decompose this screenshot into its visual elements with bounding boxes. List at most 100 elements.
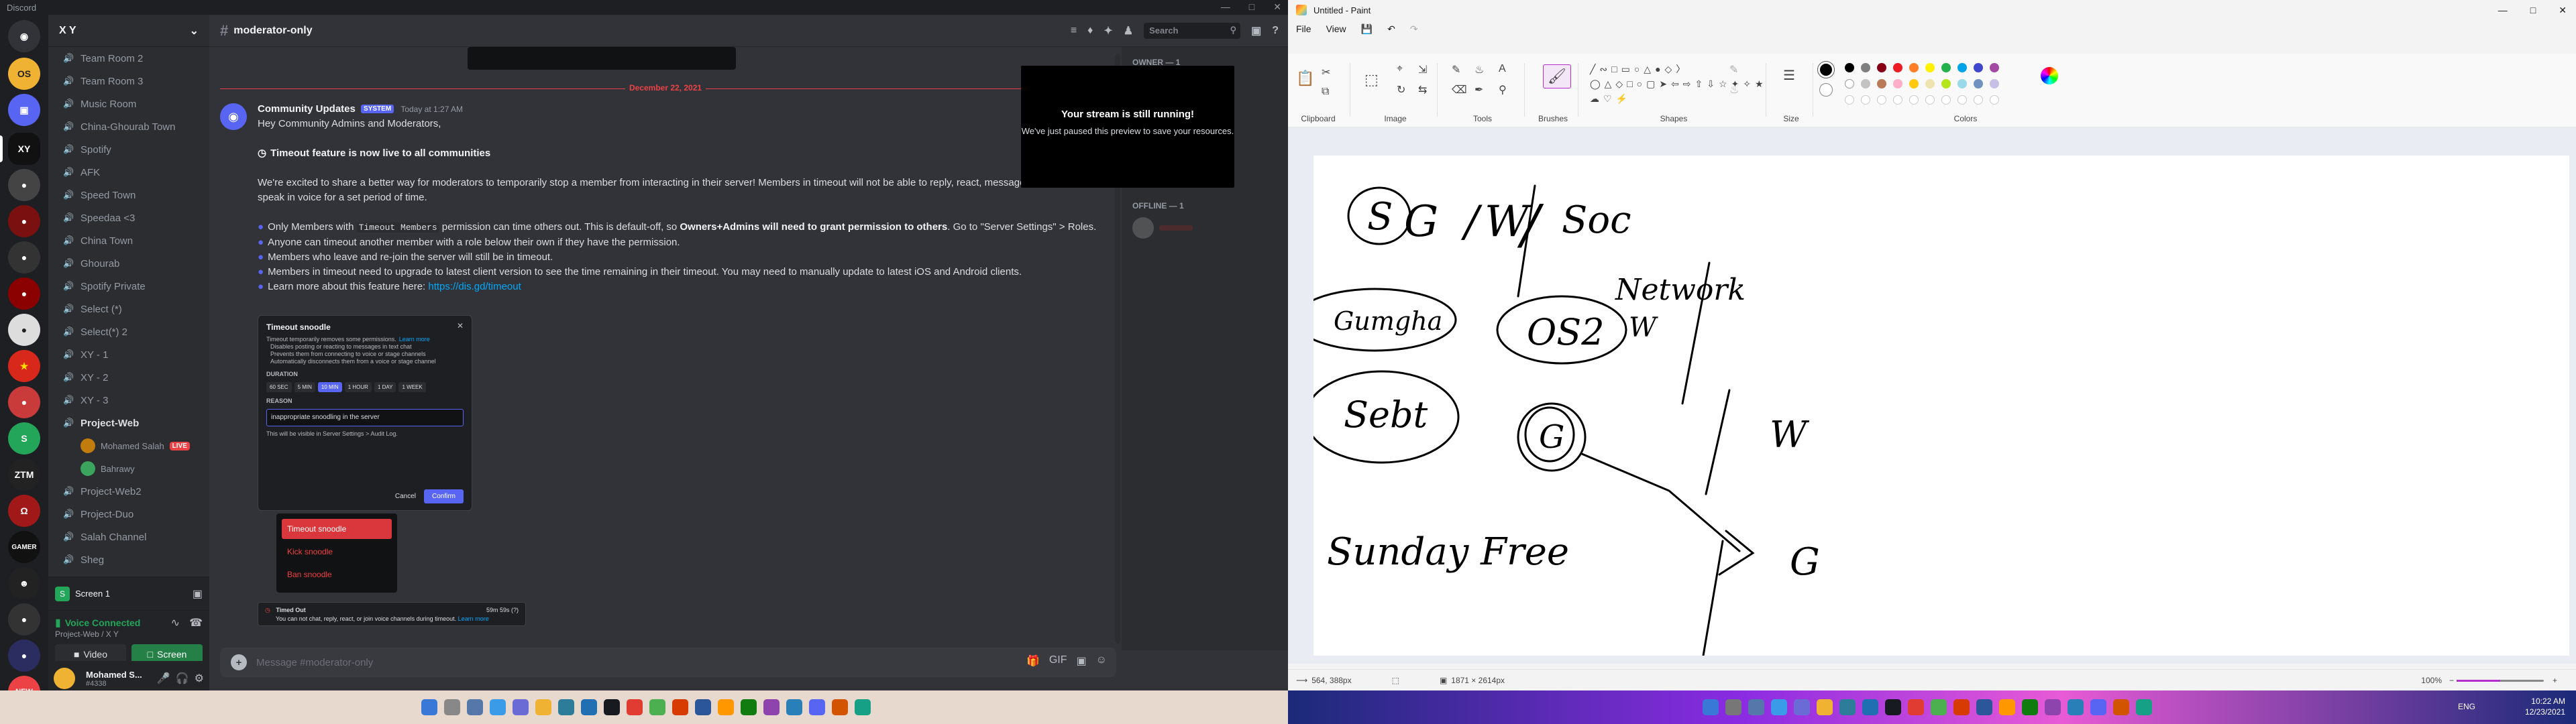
app-icon[interactable] xyxy=(672,699,688,715)
server-icon-12[interactable]: ● xyxy=(8,603,40,636)
server-icon-10[interactable]: Ω xyxy=(8,495,40,527)
color-swatch[interactable] xyxy=(1974,63,1983,72)
channel-item[interactable]: 🔊 Project-Web xyxy=(54,412,204,434)
app-icon[interactable] xyxy=(855,699,871,715)
color-swatch[interactable] xyxy=(1941,79,1951,88)
channel-item[interactable]: 🔊 Team Room 2 xyxy=(54,47,204,70)
menu-view[interactable]: View xyxy=(1326,23,1346,34)
color-swatch[interactable] xyxy=(1925,79,1935,88)
threads-icon[interactable]: ≡ xyxy=(1071,25,1077,37)
redo-icon[interactable]: ↷ xyxy=(1410,23,1418,35)
color-swatch[interactable] xyxy=(1877,79,1886,88)
color-swatch[interactable] xyxy=(1990,79,1999,88)
channel-item[interactable]: 🔊 Music Room xyxy=(54,93,204,115)
app-icon[interactable] xyxy=(1953,699,1970,715)
channel-item[interactable]: 🔊 Project-Duo xyxy=(54,503,204,526)
custom-color-slot[interactable] xyxy=(1861,95,1870,105)
server-icon-xy[interactable]: XY xyxy=(8,133,40,165)
color-swatch[interactable] xyxy=(1957,79,1967,88)
message-input[interactable]: + Message #moderator-only 🎁 GIF ▣ ☺ xyxy=(220,648,1116,677)
channel-item[interactable]: 🔊 Ghourab xyxy=(54,252,204,275)
custom-color-slot[interactable] xyxy=(1990,95,1999,105)
channel-item[interactable]: 🔊 Sheg xyxy=(54,548,204,571)
discord-icon[interactable] xyxy=(2090,699,2106,715)
disconnect-icon[interactable]: ☎ xyxy=(189,616,203,629)
maximize-icon[interactable]: □ xyxy=(2530,5,2536,16)
app-icon[interactable] xyxy=(1931,699,1947,715)
edge-icon[interactable] xyxy=(1839,699,1856,715)
server-icon-4[interactable]: ● xyxy=(8,241,40,274)
voice-user[interactable]: Mohamed Salah LIVE xyxy=(54,434,204,457)
pencil-icon[interactable]: ✎ xyxy=(1452,63,1460,76)
minimize-icon[interactable]: — xyxy=(1221,1,1230,13)
start-icon[interactable] xyxy=(1703,699,1719,715)
server-icon-gamer[interactable]: GAMER xyxy=(8,531,40,563)
widgets-icon[interactable] xyxy=(490,699,506,715)
magnifier-icon[interactable]: ⚲ xyxy=(1499,83,1507,97)
shapes-gallery[interactable]: ╱∾□▭○△●◇〉◯△◇□○▢➤⇦⇨⇧⇩☆✦✧★☁♡⚡ xyxy=(1590,62,1764,106)
app-icon[interactable] xyxy=(763,699,780,715)
steam-icon[interactable] xyxy=(604,699,620,715)
server-icon-os[interactable]: OS xyxy=(8,58,40,90)
custom-color-slot[interactable] xyxy=(1877,95,1886,105)
paste-icon[interactable]: 📋 xyxy=(1296,70,1314,87)
app-icon[interactable] xyxy=(1999,699,2015,715)
embedded-image[interactable] xyxy=(468,47,736,70)
inbox-icon[interactable]: ▣ xyxy=(1251,24,1261,38)
primary-color[interactable] xyxy=(1818,62,1834,78)
secondary-color[interactable] xyxy=(1819,83,1833,97)
custom-color-slot[interactable] xyxy=(1957,95,1967,105)
sticker-icon[interactable]: ▣ xyxy=(1077,654,1087,668)
rotate-icon[interactable]: ↻ xyxy=(1397,83,1405,97)
channel-item[interactable]: 🔊 Spotify Private xyxy=(54,275,204,298)
app-icon[interactable] xyxy=(695,699,711,715)
minimize-icon[interactable]: — xyxy=(2498,5,2508,16)
timeout-docs-link[interactable]: https://dis.gd/timeout xyxy=(428,281,521,292)
members-icon[interactable]: ♟ xyxy=(1124,24,1133,38)
color-swatch[interactable] xyxy=(1909,79,1919,88)
text-icon[interactable]: A xyxy=(1499,63,1506,75)
custom-color-slot[interactable] xyxy=(1941,95,1951,105)
search-icon[interactable] xyxy=(1725,699,1741,715)
channel-item[interactable]: 🔊 China-Ghourab Town xyxy=(54,115,204,138)
server-icon-3[interactable]: ● xyxy=(8,205,40,237)
outline-icon[interactable]: ✎ xyxy=(1729,63,1738,76)
server-icon-9[interactable]: S xyxy=(8,422,40,455)
file-explorer-icon[interactable] xyxy=(1817,699,1833,715)
close-icon[interactable]: ✕ xyxy=(2559,5,2567,16)
popout-icon[interactable]: ▣ xyxy=(193,587,203,601)
zoom-out-icon[interactable]: − xyxy=(2449,676,2454,685)
app-icon[interactable] xyxy=(2068,699,2084,715)
server-icon-folder[interactable]: ▣ xyxy=(8,94,40,126)
server-icon-2[interactable]: ● xyxy=(8,169,40,201)
color-picker-icon[interactable]: ✒ xyxy=(1474,83,1483,97)
gift-icon[interactable]: 🎁 xyxy=(1026,654,1040,668)
color-swatch[interactable] xyxy=(1974,79,1983,88)
color-swatch[interactable] xyxy=(1941,63,1951,72)
help-icon[interactable]: ? xyxy=(1272,25,1279,37)
channel-item[interactable]: 🔊 AFK xyxy=(54,161,204,184)
color-swatch[interactable] xyxy=(1845,63,1854,72)
noise-suppression-icon[interactable]: ∿ xyxy=(171,616,180,629)
server-icon-5[interactable]: ● xyxy=(8,278,40,310)
bell-icon[interactable]: ♦ xyxy=(1087,25,1093,37)
server-icon-13[interactable]: ● xyxy=(8,640,40,672)
channel-item[interactable]: 🔊 XY - 2 xyxy=(54,366,204,389)
voice-user[interactable]: Bahrawy xyxy=(54,457,204,480)
channel-item[interactable]: 🔊 Speedaa <3 xyxy=(54,206,204,229)
color-swatch[interactable] xyxy=(1877,63,1886,72)
app-icon[interactable] xyxy=(786,699,802,715)
clock[interactable]: 10:22 AM 12/23/2021 xyxy=(2525,696,2565,717)
language-indicator[interactable]: ENG xyxy=(2458,702,2475,711)
app-icon[interactable] xyxy=(1908,699,1924,715)
channel-item[interactable]: 🔊 Spotify xyxy=(54,138,204,161)
drawing-canvas[interactable]: S G / W / Soc Gumgha OS2 Network W Sebt … xyxy=(1313,156,2569,656)
cut-icon[interactable]: ✂ xyxy=(1322,66,1330,79)
paint-icon[interactable] xyxy=(2113,699,2129,715)
color-swatch[interactable] xyxy=(1893,63,1902,72)
custom-color-slot[interactable] xyxy=(1925,95,1935,105)
resize-icon[interactable]: ⇲ xyxy=(1418,63,1427,76)
steam-icon[interactable] xyxy=(1885,699,1901,715)
select-icon[interactable]: ⬚ xyxy=(1364,71,1379,88)
color-swatch[interactable] xyxy=(1861,79,1870,88)
